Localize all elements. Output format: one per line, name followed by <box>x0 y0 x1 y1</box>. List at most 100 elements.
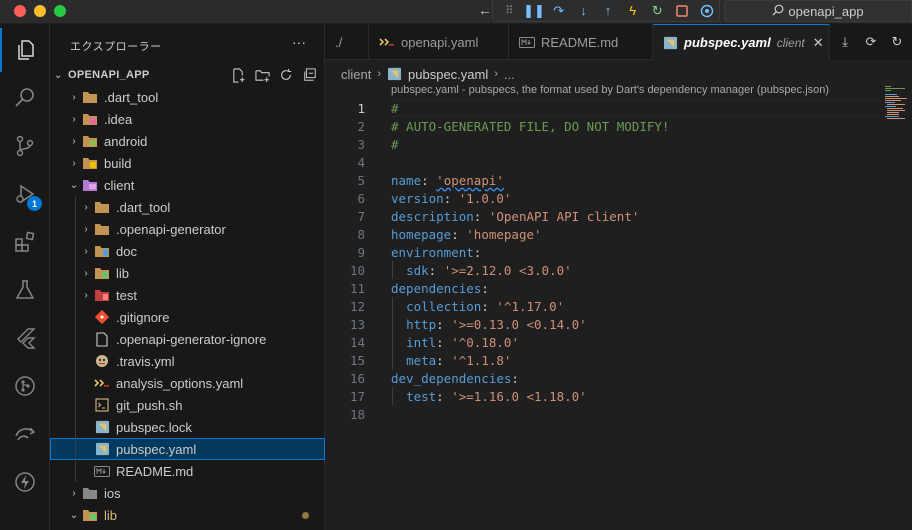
extensions-icon[interactable] <box>0 220 50 264</box>
code-line[interactable]: 8 homepage: 'homepage' <box>325 225 885 243</box>
more-actions-icon[interactable]: ··· <box>292 34 306 50</box>
chevron-down-icon[interactable]: ⌄ <box>66 180 82 191</box>
search-icon[interactable] <box>0 76 50 120</box>
chevron-right-icon[interactable]: › <box>78 202 94 213</box>
tree-item-test[interactable]: › test <box>50 284 325 306</box>
tab-readme-md[interactable]: README.md <box>509 24 653 60</box>
git-graph-icon[interactable] <box>0 364 50 408</box>
tree-item-git-push-sh[interactable]: git_push.sh <box>50 394 325 416</box>
refresh-icon[interactable] <box>278 67 294 83</box>
chevron-right-icon[interactable]: › <box>66 158 82 169</box>
workspace-section-header[interactable]: ⌄ OPENAPI_APP <box>50 64 325 86</box>
code-line[interactable]: 7 description: 'OpenAPI API client' <box>325 207 885 225</box>
code-line[interactable]: 11 dependencies: <box>325 279 885 297</box>
refresh-packages-icon[interactable]: ⟳ <box>862 33 880 51</box>
tree-item-readme-md[interactable]: README.md <box>50 460 325 482</box>
reload-icon[interactable]: ↻ <box>888 33 906 51</box>
code-line[interactable]: 3 # <box>325 135 885 153</box>
tree-item-analysis-options-yaml[interactable]: analysis_options.yaml <box>50 372 325 394</box>
chevron-down-icon[interactable]: ⌄ <box>66 510 82 521</box>
step-out-icon[interactable]: ↑ <box>596 1 621 21</box>
breadcrumb-folder[interactable]: client <box>341 67 371 82</box>
drag-handle-icon[interactable]: ⠿ <box>497 1 522 21</box>
chevron-right-icon[interactable]: › <box>66 92 82 103</box>
hot-reload-icon[interactable]: ϟ <box>620 1 645 21</box>
tab-root[interactable]: ./ <box>325 24 369 60</box>
collapse-all-icon[interactable] <box>302 67 318 83</box>
tree-item-ios[interactable]: › ios <box>50 482 325 504</box>
chevron-right-icon[interactable]: › <box>66 114 82 125</box>
tree-item-client[interactable]: ⌄ client <box>50 174 325 196</box>
tree-item-dart-tool[interactable]: › .dart_tool <box>50 196 325 218</box>
code-line[interactable]: 1 # <box>325 99 885 117</box>
maximize-window-button[interactable] <box>54 5 66 17</box>
tab-pubspec-yaml[interactable]: pubspec.yaml client ✕ <box>653 24 830 60</box>
code-line[interactable]: 10 sdk: '>=2.12.0 <3.0.0' <box>325 261 885 279</box>
tree-item-openapi-generator-ignore[interactable]: .openapi-generator-ignore <box>50 328 325 350</box>
tree-item-idea[interactable]: › .idea <box>50 108 325 130</box>
tree-item-label: android <box>104 133 148 149</box>
code-token: dev_dependencies <box>391 370 512 386</box>
tree-item-travis-yml[interactable]: .travis.yml <box>50 350 325 372</box>
code-line[interactable]: 18 <box>325 405 885 423</box>
close-icon[interactable]: ✕ <box>813 35 824 51</box>
code-line[interactable]: 6 version: '1.0.0' <box>325 189 885 207</box>
chevron-right-icon[interactable]: › <box>78 290 94 301</box>
run-debug-icon[interactable]: 1 <box>0 172 50 216</box>
tree-item-doc[interactable]: › doc <box>50 240 325 262</box>
breadcrumb-more[interactable]: ... <box>504 67 515 82</box>
pause-icon[interactable]: ❚❚ <box>522 1 547 21</box>
tree-item-gitignore[interactable]: .gitignore <box>50 306 325 328</box>
minimap[interactable] <box>885 86 912 130</box>
tree-item-pubspec-yaml[interactable]: pubspec.yaml <box>50 438 325 460</box>
source-control-icon[interactable] <box>0 124 50 168</box>
code-line[interactable]: 15 meta: '^1.1.8' <box>325 351 885 369</box>
tree-item-build[interactable]: › build <box>50 152 325 174</box>
tree-item-dart-tool[interactable]: › .dart_tool <box>50 86 325 108</box>
sidebar-title: エクスプローラー <box>70 41 162 53</box>
command-center-search[interactable]: openapi_app <box>724 0 912 22</box>
explorer-icon[interactable] <box>0 28 50 72</box>
download-icon[interactable]: ⤓ <box>836 33 854 51</box>
step-into-icon[interactable]: ↓ <box>571 1 596 21</box>
code-line[interactable]: 12 collection: '^1.17.0' <box>325 297 885 315</box>
code-line[interactable]: 14 intl: '^0.18.0' <box>325 333 885 351</box>
chevron-right-icon[interactable]: › <box>78 224 94 235</box>
new-file-icon[interactable] <box>230 67 246 83</box>
thunder-client-icon[interactable] <box>0 460 50 504</box>
line-source: test: '>=1.16.0 <1.18.0' <box>391 389 587 404</box>
remote-explorer-icon[interactable] <box>0 412 50 456</box>
devtools-icon[interactable] <box>694 1 719 21</box>
close-window-button[interactable] <box>14 5 26 17</box>
code-line[interactable]: 13 http: '>=0.13.0 <0.14.0' <box>325 315 885 333</box>
testing-icon[interactable] <box>0 268 50 312</box>
chevron-right-icon[interactable]: › <box>78 246 94 257</box>
tree-item-pubspec-lock[interactable]: pubspec.lock <box>50 416 325 438</box>
code-line[interactable]: 5 name: 'openapi' <box>325 171 885 189</box>
stop-icon[interactable] <box>670 1 695 21</box>
code-editor[interactable]: 1 #2 # AUTO-GENERATED FILE, DO NOT MODIFY!… <box>325 99 885 423</box>
editor-area: ./openapi.yaml README.md pubspec.yaml clien… <box>325 24 912 530</box>
flutter-icon[interactable] <box>0 316 50 360</box>
chevron-right-icon[interactable]: › <box>78 268 94 279</box>
tab-openapi-yaml[interactable]: openapi.yaml <box>369 24 509 60</box>
chevron-right-icon[interactable]: › <box>66 136 82 147</box>
step-over-icon[interactable]: ↷ <box>546 1 571 21</box>
line-number: 14 <box>349 334 365 350</box>
code-line[interactable]: 4 <box>325 153 885 171</box>
tree-item-android[interactable]: › android <box>50 130 325 152</box>
tree-item-lib[interactable]: › lib <box>50 262 325 284</box>
code-line[interactable]: 17 test: '>=1.16.0 <1.18.0' <box>325 387 885 405</box>
breadcrumb-file[interactable]: pubspec.yaml <box>408 67 488 82</box>
minimize-window-button[interactable] <box>34 5 46 17</box>
tree-item-lib[interactable]: ⌄ lib <box>50 504 325 526</box>
new-folder-icon[interactable] <box>254 67 270 83</box>
chevron-right-icon[interactable]: › <box>66 488 82 499</box>
code-line[interactable]: 9 environment: <box>325 243 885 261</box>
code-line[interactable]: 16 dev_dependencies: <box>325 369 885 387</box>
back-arrow-icon[interactable]: ← <box>478 2 492 18</box>
restart-icon[interactable]: ↻ <box>645 1 670 21</box>
indent-guide <box>75 328 76 350</box>
code-line[interactable]: 2 # AUTO-GENERATED FILE, DO NOT MODIFY! <box>325 117 885 135</box>
tree-item-openapi-generator[interactable]: › .openapi-generator <box>50 218 325 240</box>
